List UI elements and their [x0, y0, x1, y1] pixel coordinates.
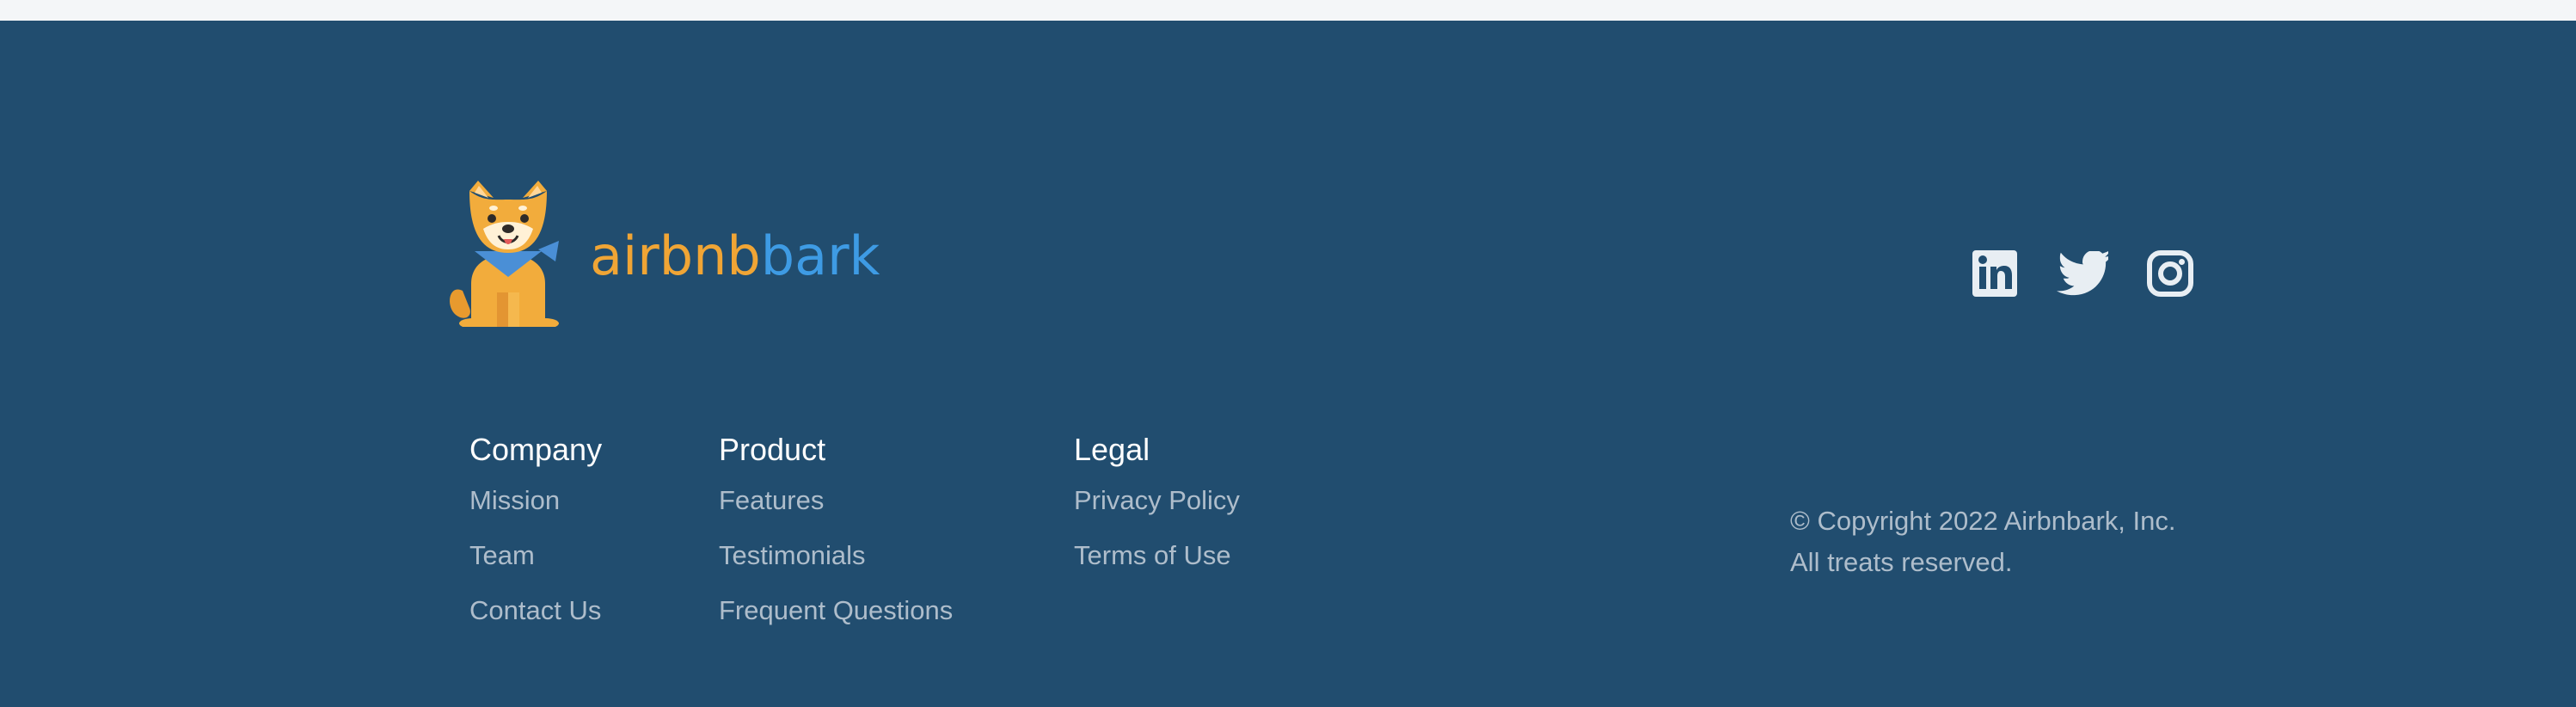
link-features[interactable]: Features	[719, 485, 953, 516]
column-title-legal: Legal	[1074, 432, 1150, 467]
footer-column-company: Company Mission Team Contact Us	[469, 432, 602, 650]
brand-wordmark-orange: airbnb	[590, 224, 761, 287]
dog-mascot-icon	[450, 181, 559, 327]
twitter-icon	[2057, 251, 2108, 296]
twitter-link[interactable]	[2057, 248, 2108, 299]
link-testimonials[interactable]: Testimonials	[719, 540, 953, 571]
link-privacy-policy[interactable]: Privacy Policy	[1074, 485, 1240, 516]
brand-wordmark-blue: ark	[794, 224, 880, 287]
brand-wordmark: airbnbbark	[590, 230, 880, 283]
link-mission[interactable]: Mission	[469, 485, 602, 516]
footer-column-legal: Legal Privacy Policy Terms of Use	[1074, 432, 1240, 595]
brand-logo[interactable]: airbnbbark	[444, 181, 880, 327]
link-contact-us[interactable]: Contact Us	[469, 595, 602, 626]
copyright-line-2: All treats reserved.	[1790, 547, 2013, 577]
link-terms-of-use[interactable]: Terms of Use	[1074, 540, 1240, 571]
instagram-link[interactable]	[2144, 248, 2196, 299]
copyright-notice: © Copyright 2022 Airbnbark, Inc. All tre…	[1790, 501, 2175, 583]
link-frequent-questions[interactable]: Frequent Questions	[719, 595, 953, 626]
link-team[interactable]: Team	[469, 540, 602, 571]
copyright-line-1: © Copyright 2022 Airbnbark, Inc.	[1790, 506, 2176, 536]
social-links	[1969, 248, 2196, 299]
linkedin-icon	[1972, 250, 2017, 297]
instagram-icon	[2147, 250, 2193, 297]
top-page-strip	[0, 0, 2576, 22]
footer-column-product: Product Features Testimonials Frequent Q…	[719, 432, 953, 650]
column-title-company: Company	[469, 432, 603, 467]
site-footer: airbnbbark Company Mission Team Contact …	[0, 21, 2576, 707]
column-title-product: Product	[719, 432, 826, 467]
brand-wordmark-blue-lead: b	[760, 224, 795, 287]
linkedin-link[interactable]	[1969, 248, 2021, 299]
